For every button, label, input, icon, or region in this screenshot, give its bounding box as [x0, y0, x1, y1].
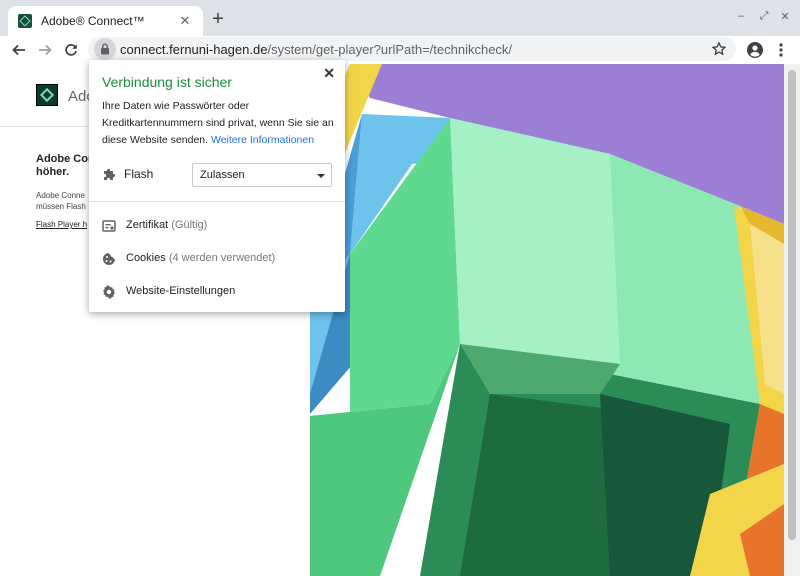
certificate-status: (Gültig): [171, 219, 208, 231]
adobe-connect-favicon-icon: [18, 14, 32, 28]
flash-permission-row: Flash Zulassen: [102, 163, 332, 187]
flash-label: Flash: [124, 167, 154, 181]
more-info-link[interactable]: Weitere Informationen: [211, 134, 314, 146]
site-info-popup: ✕ Verbindung ist sicher Ihre Daten wie P…: [89, 60, 345, 312]
scrollbar-thumb[interactable]: [788, 70, 796, 540]
menu-button[interactable]: [770, 39, 792, 61]
page-scrollbar[interactable]: [784, 64, 800, 576]
gear-icon: [103, 285, 115, 299]
reload-button[interactable]: [60, 39, 82, 61]
close-window-icon[interactable]: ✕: [778, 10, 792, 23]
bookmark-star-icon[interactable]: [710, 40, 728, 58]
cookies-status: (4 werden verwendet): [168, 252, 276, 264]
popup-divider: [89, 201, 345, 202]
new-tab-button[interactable]: +: [208, 9, 228, 29]
more-vert-icon: [779, 43, 783, 57]
restore-window-icon[interactable]: ⤢: [757, 10, 771, 23]
puzzle-piece-icon: [104, 168, 116, 180]
flash-player-link[interactable]: Flash Player h: [36, 220, 87, 229]
reload-icon: [65, 44, 77, 56]
flash-permission-value: Zulassen: [200, 169, 245, 181]
notice-body-line2: müssen Flash: [36, 202, 86, 211]
url-text: connect.fernuni-hagen.de/system/get-play…: [120, 42, 512, 57]
url-path: /system/get-player?urlPath=/technikcheck…: [267, 41, 513, 57]
tab-strip: Adobe® Connect™ ✕ + – ⤢ ✕: [0, 0, 800, 36]
connection-description: Ihre Daten wie Passwörter oder Kreditkar…: [102, 98, 334, 149]
address-bar[interactable]: connect.fernuni-hagen.de/system/get-play…: [88, 37, 736, 61]
browser-tab[interactable]: Adobe® Connect™ ✕: [8, 6, 203, 36]
forward-button[interactable]: [34, 39, 56, 61]
connection-secure-title: Verbindung ist sicher: [102, 74, 232, 90]
cookies-row[interactable]: Cookies (4 werden verwendet): [102, 248, 332, 270]
certificate-icon: [102, 220, 116, 232]
close-tab-icon[interactable]: ✕: [177, 13, 193, 29]
cookies-text: Cookies: [126, 252, 166, 264]
lock-icon: [101, 43, 109, 55]
account-circle-icon: [747, 42, 763, 58]
url-host: connect.fernuni-hagen.de: [120, 41, 268, 57]
close-popup-icon[interactable]: ✕: [323, 65, 335, 82]
flash-notice-body: Adobe Conne müssen Flash: [36, 190, 86, 212]
site-settings-label: Website-Einstellungen: [126, 285, 236, 297]
back-button[interactable]: [8, 39, 30, 61]
decorative-cube-artwork: [310, 64, 784, 576]
notice-body-line1: Adobe Conne: [36, 191, 85, 200]
site-settings-row[interactable]: Website-Einstellungen: [102, 281, 332, 303]
dropdown-arrow-icon: [317, 174, 325, 178]
arrow-left-icon: [12, 44, 25, 56]
tab-title: Adobe® Connect™: [41, 14, 145, 28]
cube-illustration: [310, 64, 784, 576]
certificate-text: Zertifikat: [126, 219, 169, 231]
flash-permission-select[interactable]: Zulassen: [192, 163, 332, 187]
minimize-window-icon[interactable]: –: [734, 10, 748, 22]
arrow-right-icon: [39, 44, 52, 56]
profile-button[interactable]: [744, 39, 766, 61]
cookie-icon: [103, 253, 115, 265]
certificate-row[interactable]: Zertifikat (Gültig): [102, 215, 332, 237]
adobe-connect-logo-icon: [36, 84, 58, 106]
cookies-label: Cookies (4 werden verwendet): [126, 252, 275, 264]
certificate-label: Zertifikat (Gültig): [126, 219, 207, 231]
site-info-button[interactable]: [94, 38, 116, 60]
